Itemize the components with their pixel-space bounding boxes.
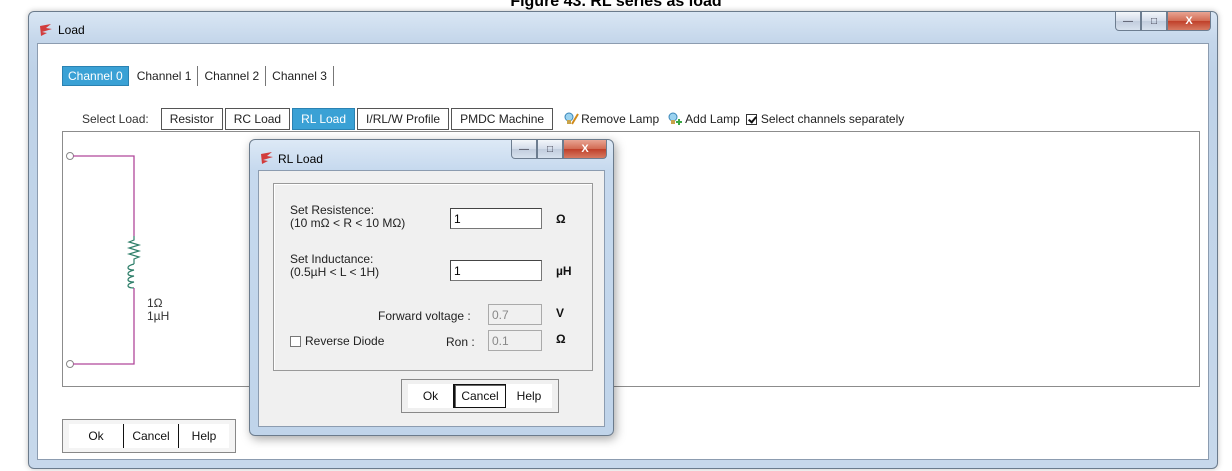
ron-input[interactable]: 0.1 [488,330,542,351]
reverse-diode-checkbox[interactable]: Reverse Diode [290,334,384,348]
load-type-irlw-profile[interactable]: I/RL/W Profile [357,108,450,130]
dialog-help-button[interactable]: Help [506,384,552,408]
checkbox-checked-icon [745,113,757,125]
dialog-client-area: Set Resistence: (10 mΩ < R < 10 MΩ) 1 Ω … [258,170,605,427]
resistance-value-label: 1Ω [147,296,163,310]
ron-unit: Ω [556,332,566,346]
dialog-title: RL Load [278,152,323,166]
forward-voltage-input[interactable]: 0.7 [488,304,542,325]
tab-channel-0[interactable]: Channel 0 [62,66,129,86]
close-button[interactable]: X [1167,12,1211,31]
window-caption-buttons: — □ X [1115,12,1211,32]
figure-caption: Figure 43. RL series as load [510,0,722,10]
inductance-value-label: 1µH [147,309,170,323]
app-logo-icon [40,24,52,36]
load-type-resistor[interactable]: Resistor [160,108,223,130]
resistance-input[interactable]: 1 [450,208,542,229]
select-load-label: Select Load: [82,112,149,126]
add-lamp-button[interactable]: Add Lamp [667,111,740,127]
maximize-icon: □ [1150,15,1158,27]
ok-button[interactable]: Ok [69,424,124,448]
dialog-close-button[interactable]: X [563,140,607,159]
main-button-group: Ok Cancel Help [62,419,236,453]
parameters-group: Set Resistence: (10 mΩ < R < 10 MΩ) 1 Ω … [273,183,593,371]
inductance-unit: µH [556,264,572,278]
rl-load-dialog: RL Load — □ X Set Resistence: (10 mΩ < R… [249,139,614,436]
dialog-logo-icon [261,152,273,164]
forward-voltage-unit: V [556,306,565,320]
tab-channel-1[interactable]: Channel 1 [132,67,197,85]
dialog-ok-button[interactable]: Ok [408,384,454,408]
tab-divider [332,66,334,86]
remove-lamp-label: Remove Lamp [581,112,660,126]
minimize-icon: — [1123,15,1133,27]
load-type-rl-load[interactable]: RL Load [292,108,356,130]
load-window: Load — □ X Channel 0 Channel 1 Channel 2… [28,11,1218,469]
tab-channel-2[interactable]: Channel 2 [199,67,264,85]
forward-voltage-label: Forward voltage : [378,309,471,323]
load-type-toolbar: Select Load: Resistor RC Load RL Load I/… [82,107,904,131]
minimize-button[interactable]: — [1115,12,1141,31]
dialog-maximize-button[interactable]: □ [537,140,563,159]
checkbox-unchecked-icon [290,335,301,347]
maximize-icon: □ [546,143,554,155]
dialog-minimize-button[interactable]: — [511,140,537,159]
inductor-symbol [127,263,135,289]
tab-divider [265,66,267,86]
dialog-titlebar[interactable]: RL Load — □ X [250,140,613,170]
ron-label: Ron : [446,335,475,349]
close-icon: X [581,143,589,155]
window-title: Load [58,23,85,37]
remove-lamp-icon [564,112,579,125]
cancel-button[interactable]: Cancel [124,424,179,448]
terminal-top-icon [66,152,74,160]
rl-circuit-diagram [66,152,142,368]
circuit-wire [73,155,135,236]
tab-divider [197,66,199,86]
load-type-rc-load[interactable]: RC Load [224,108,291,130]
channel-tabs: Channel 0 Channel 1 Channel 2 Channel 3 [62,65,335,87]
dialog-cancel-button[interactable]: Cancel [454,384,506,408]
inductance-range-label: (0.5µH < L < 1H) [290,265,380,279]
resistance-range-label: (10 mΩ < R < 10 MΩ) [290,216,406,230]
tab-channel-3[interactable]: Channel 3 [267,67,332,85]
inductance-input[interactable]: 1 [450,260,542,281]
circuit-panel: 1Ω 1µH [62,131,1200,387]
dialog-caption-buttons: — □ X [511,140,607,160]
load-type-pmdc-machine[interactable]: PMDC Machine [451,108,554,130]
circuit-wire-lower [73,288,135,365]
dialog-button-group: Ok Cancel Help [401,379,559,413]
maximize-button[interactable]: □ [1141,12,1167,31]
close-icon: X [1185,15,1193,27]
add-lamp-label: Add Lamp [685,112,740,126]
select-channels-separately-checkbox[interactable]: Select channels separately [745,112,905,126]
window-client-area: Channel 0 Channel 1 Channel 2 Channel 3 … [37,43,1209,460]
select-channels-separately-label: Select channels separately [760,112,905,126]
help-button[interactable]: Help [179,424,229,448]
minimize-icon: — [519,143,529,155]
add-lamp-icon [668,112,683,125]
terminal-bottom-icon [66,360,74,368]
resistor-symbol [126,236,142,264]
resistance-unit: Ω [556,212,566,226]
window-titlebar[interactable]: Load — □ X [29,12,1217,42]
reverse-diode-label: Reverse Diode [305,334,385,348]
remove-lamp-button[interactable]: Remove Lamp [563,111,659,127]
